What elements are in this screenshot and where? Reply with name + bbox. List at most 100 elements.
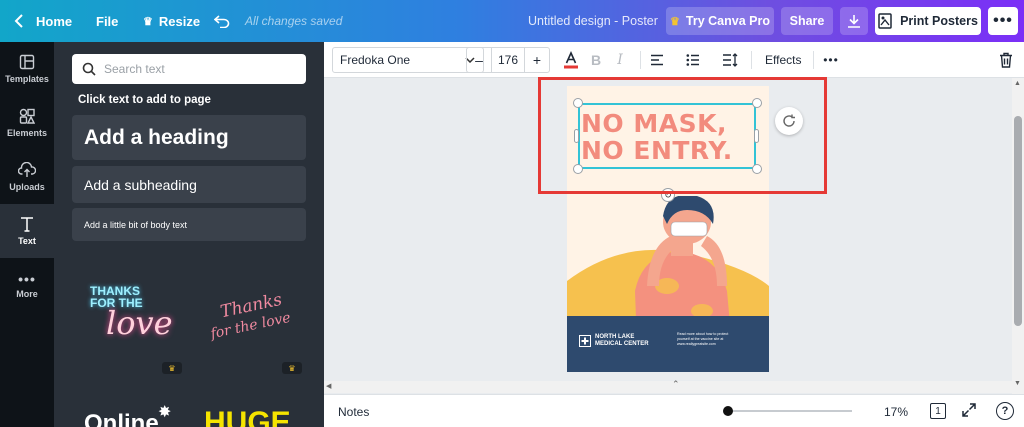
horizontal-scrollbar[interactable]: ◀ ⌃ <box>324 379 1012 393</box>
info-line: www.reallygreatsite.com <box>677 342 716 346</box>
elements-icon <box>19 108 35 124</box>
help-button[interactable]: ? <box>996 402 1014 420</box>
print-posters-label: Print Posters <box>900 14 978 28</box>
zoom-level[interactable]: 17% <box>884 405 908 419</box>
zoom-slider-track[interactable] <box>724 410 852 412</box>
add-heading-button[interactable]: Add a heading <box>72 115 306 160</box>
pro-crown-badge: ♛ <box>282 362 302 374</box>
scroll-left-icon[interactable]: ◀ <box>326 382 331 390</box>
bullet-list-icon <box>686 54 699 66</box>
text-color-button[interactable] <box>561 50 581 70</box>
toolbar-divider <box>751 51 752 69</box>
crown-icon: ♛ <box>670 15 680 28</box>
save-status: All changes saved <box>245 14 343 28</box>
font-family-select[interactable]: Fredoka One <box>332 47 484 73</box>
share-button[interactable]: Share <box>781 7 833 35</box>
zoom-slider-knob[interactable] <box>723 406 733 416</box>
search-icon <box>82 62 96 76</box>
scroll-down-icon[interactable]: ▼ <box>1014 380 1021 387</box>
file-menu[interactable]: File <box>96 0 118 42</box>
page-count: 1 <box>935 405 941 417</box>
add-subheading-button[interactable]: Add a subheading <box>72 166 306 203</box>
chevron-left-icon <box>14 14 23 28</box>
text-color-icon <box>564 51 578 69</box>
more-icon: ••• <box>18 271 36 287</box>
medical-cross-icon <box>579 335 591 347</box>
templates-icon <box>19 54 35 70</box>
thumb-text: HUGE <box>204 406 291 427</box>
design-canvas[interactable]: NO MASK, NO ENTRY. NORTH LAKE MEDICAL CE… <box>324 77 1012 394</box>
rail-item-uploads[interactable]: Uploads <box>0 150 54 204</box>
print-posters-button[interactable]: Print Posters <box>875 7 981 35</box>
more-options-button[interactable]: ••• <box>988 7 1018 35</box>
text-template-thumbnail[interactable]: HUGE <box>204 406 291 427</box>
text-template-thumbnail[interactable]: Online <box>84 410 159 427</box>
delete-button[interactable] <box>996 50 1016 70</box>
search-input[interactable] <box>104 62 294 76</box>
text-template-thumbnail[interactable]: Thanks for the love ♛ <box>192 252 309 377</box>
rail-label: Uploads <box>9 182 45 192</box>
vertical-scrollbar[interactable]: ▲ ▼ <box>1012 78 1024 394</box>
resize-button[interactable]: ♛ Resize <box>143 0 200 42</box>
crown-icon: ♛ <box>288 363 296 373</box>
font-family-value: Fredoka One <box>340 53 411 67</box>
font-size-value[interactable]: 176 <box>491 48 525 72</box>
text-panel: Click text to add to page Add a heading … <box>54 42 324 427</box>
home-button[interactable]: Home <box>14 0 72 42</box>
top-bar: Home File ♛ Resize All changes saved Unt… <box>0 0 1024 42</box>
download-button[interactable] <box>840 7 868 35</box>
info-line: yourself at the vaccine site at <box>677 337 724 341</box>
vertical-scroll-thumb[interactable] <box>1014 116 1022 326</box>
list-button[interactable] <box>683 50 703 70</box>
italic-button[interactable]: I <box>610 50 630 70</box>
page-toggle-icon[interactable]: ⌃ <box>672 379 680 390</box>
help-icon: ? <box>1001 405 1009 417</box>
more-dots-icon: ••• <box>823 53 839 67</box>
align-button[interactable] <box>647 50 667 70</box>
rail-item-templates[interactable]: Templates <box>0 42 54 96</box>
neon-text-script: love <box>106 304 173 342</box>
decrease-size-button[interactable]: – <box>467 48 491 72</box>
effects-button[interactable]: Effects <box>765 53 801 67</box>
left-rail: Templates Elements Uploads Text ••• More <box>0 42 54 427</box>
rail-label: Text <box>18 236 36 246</box>
crown-icon: ♛ <box>168 363 176 373</box>
page-count-button[interactable]: 1 <box>930 403 946 419</box>
text-template-thumbnail[interactable]: THANKS FOR THE love ♛ <box>72 252 189 377</box>
add-body-text-button[interactable]: Add a little bit of body text <box>72 208 306 241</box>
uploads-icon <box>18 162 36 177</box>
download-icon <box>848 15 860 28</box>
try-pro-button[interactable]: ♛ Try Canva Pro <box>666 7 774 35</box>
font-size-stepper[interactable]: – 176 + <box>466 47 550 73</box>
increase-size-button[interactable]: + <box>525 48 549 72</box>
pro-crown-badge: ♛ <box>162 362 182 374</box>
undo-button[interactable] <box>214 0 230 42</box>
align-left-icon <box>651 54 663 66</box>
rail-item-more[interactable]: ••• More <box>0 258 54 312</box>
print-icon <box>878 13 892 29</box>
sparkle-icon: ✸ <box>158 404 172 421</box>
more-tools-button[interactable]: ••• <box>821 50 841 70</box>
info-line: Read more about how to protect <box>677 332 729 336</box>
rail-item-text[interactable]: Text <box>0 204 54 258</box>
rail-item-elements[interactable]: Elements <box>0 96 54 150</box>
try-pro-label: Try Canva Pro <box>685 14 770 28</box>
panel-hint: Click text to add to page <box>78 94 211 106</box>
crown-icon: ♛ <box>143 15 153 28</box>
rail-label: More <box>16 289 38 299</box>
more-dots-icon: ••• <box>993 12 1013 29</box>
rail-label: Elements <box>6 128 48 138</box>
org-name-line: MEDICAL CENTER <box>595 341 649 347</box>
notes-button[interactable]: Notes <box>338 405 369 419</box>
text-icon <box>21 217 33 232</box>
rail-label: Templates <box>5 74 49 84</box>
thumb-text: Online <box>84 410 159 427</box>
scroll-up-icon[interactable]: ▲ <box>1014 80 1021 87</box>
expand-icon <box>962 403 976 417</box>
spacing-button[interactable] <box>720 50 740 70</box>
bold-button[interactable]: B <box>586 50 606 70</box>
search-box[interactable] <box>72 54 306 84</box>
document-title[interactable]: Untitled design - Poster <box>528 0 658 42</box>
fullscreen-button[interactable] <box>962 403 976 420</box>
toolbar-divider <box>640 51 641 69</box>
